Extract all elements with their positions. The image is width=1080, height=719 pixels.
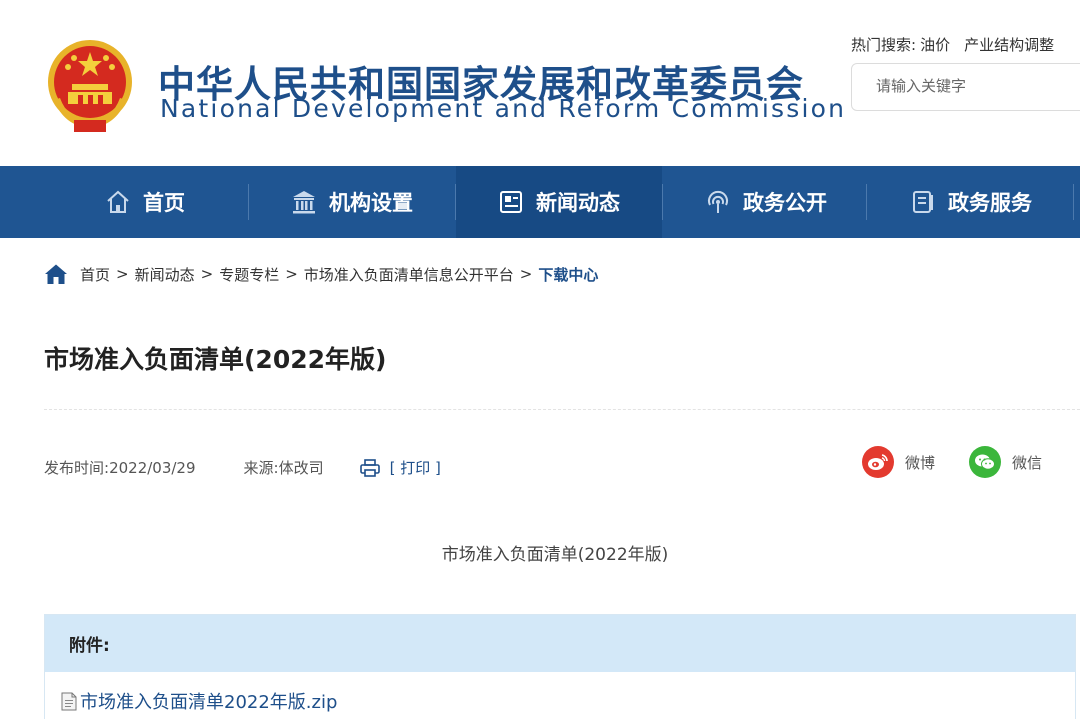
national-emblem-logo[interactable]: [44, 38, 136, 134]
nav-item-label: 新闻动态: [536, 191, 620, 215]
nav-item-institution[interactable]: 机构设置: [249, 166, 455, 238]
broadcast-icon: [708, 190, 728, 213]
article-title: 市场准入负面清单(2022年版): [44, 345, 387, 374]
source-label: 来源:: [243, 459, 279, 477]
breadcrumb: 首页 > 新闻动态 > 专题专栏 > 市场准入负面清单信息公开平台 > 下载中心: [44, 263, 598, 285]
weibo-icon: [862, 446, 894, 478]
main-nav: 首页 机构设置 新闻动态 政务公开 政务服务: [0, 166, 1080, 238]
nav-item-label: 首页: [143, 191, 185, 215]
nav-item-home[interactable]: 首页: [42, 166, 248, 238]
breadcrumb-separator: >: [285, 265, 298, 283]
publish-date: 2022/03/29: [109, 458, 196, 477]
share-weibo-label: 微博: [905, 453, 936, 472]
site-header: 中华人民共和国国家发展和改革委员会 National Development a…: [0, 0, 1080, 166]
source-value: 体改司: [278, 459, 324, 477]
search-input[interactable]: [876, 64, 1080, 108]
article-body-subtitle: 市场准入负面清单(2022年版): [441, 545, 669, 565]
hot-search: 热门搜索: 油价 产业结构调整: [851, 34, 1064, 55]
site-title-english: National Development and Reform Commissi…: [160, 94, 847, 123]
home-icon: [107, 190, 129, 213]
print-label: [ 打印 ]: [389, 459, 441, 477]
divider: [44, 409, 1080, 410]
breadcrumb-item[interactable]: 新闻动态: [135, 264, 195, 285]
nav-item-government-affairs[interactable]: 政务公开: [663, 166, 869, 238]
file-icon: [61, 692, 77, 710]
wechat-icon: [969, 446, 1001, 478]
breadcrumb-separator: >: [200, 265, 214, 283]
breadcrumb-current[interactable]: 下载中心: [538, 264, 598, 285]
search-box: [851, 63, 1080, 111]
hot-search-item[interactable]: 油价: [920, 36, 950, 54]
attachment-filename: 市场准入负面清单2022年版.zip: [80, 692, 338, 713]
nav-divider: [1073, 184, 1074, 220]
share-wechat-label: 微信: [1012, 453, 1043, 472]
share-wechat-button[interactable]: 微信: [969, 446, 1042, 478]
printer-icon: [359, 458, 380, 477]
breadcrumb-item[interactable]: 专题专栏: [219, 264, 279, 285]
institution-icon: [293, 191, 315, 214]
document-icon: [913, 191, 933, 213]
attachment-header: 附件:: [45, 615, 1075, 672]
print-button[interactable]: [ 打印 ]: [359, 457, 441, 478]
nav-item-label: 政务公开: [743, 191, 827, 215]
hot-search-label: 热门搜索:: [851, 36, 917, 54]
article-meta: 发布时间: 2022/03/29 来源: 体改司 [ 打印 ]: [44, 457, 441, 478]
breadcrumb-separator: >: [116, 265, 129, 283]
nav-item-label: 机构设置: [329, 191, 413, 215]
nav-item-news[interactable]: 新闻动态: [456, 166, 662, 238]
breadcrumb-separator: >: [519, 265, 533, 283]
publish-label: 发布时间:: [44, 459, 110, 477]
share-weibo-button[interactable]: 微博: [862, 446, 935, 478]
news-icon: [500, 191, 522, 213]
home-icon[interactable]: [44, 263, 68, 285]
nav-item-government-services[interactable]: 政务服务: [868, 166, 1074, 238]
attachment-link[interactable]: 市场准入负面清单2022年版.zip: [61, 688, 337, 714]
nav-divider: [866, 184, 867, 220]
nav-item-label: 政务服务: [948, 191, 1032, 215]
hot-search-item[interactable]: 产业结构调整: [964, 36, 1054, 54]
breadcrumb-item[interactable]: 市场准入负面清单信息公开平台: [304, 264, 514, 285]
attachment-panel: 附件: 市场准入负面清单2022年版.zip: [44, 614, 1076, 719]
breadcrumb-item[interactable]: 首页: [80, 264, 110, 285]
